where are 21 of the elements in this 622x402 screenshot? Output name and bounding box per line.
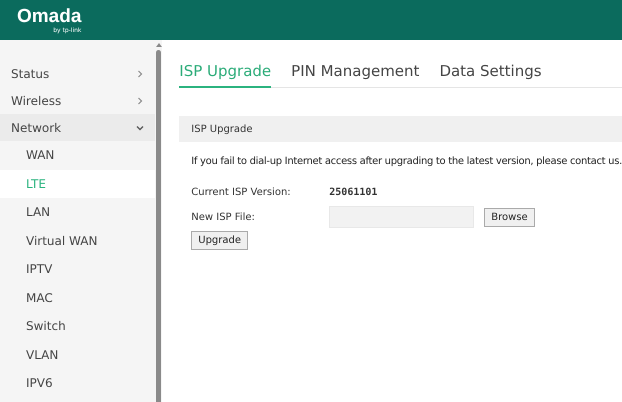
menu-item[interactable]: Wireless [0,87,156,114]
submenu-item[interactable]: MAC [0,284,156,312]
menu-item[interactable]: Network [0,114,156,141]
submenu-item[interactable]: IPV6 [0,369,156,398]
tab[interactable]: Data Settings [439,60,542,88]
version-value: 25061101 [329,187,378,198]
submenu-item[interactable]: IPTV [0,255,156,284]
field-label: Current ISP Version: [191,187,292,198]
upgrade-button[interactable]: Upgrade [191,231,248,250]
submenu-item[interactable]: VLAN [0,340,156,369]
notice-text: If you fail to dial-up Internet access after upgrading to the latest version, please contact us. [191,156,622,167]
submenu-item[interactable]: Switch [0,312,156,340]
menu-item[interactable]: Status [0,60,156,87]
submenu-item[interactable]: LAN [0,198,156,226]
submenu-item[interactable]: Virtual WAN [0,226,156,255]
field-label: New ISP File: [191,212,256,222]
tab[interactable]: PIN Management [291,60,420,88]
scrollbar[interactable] [155,40,162,402]
submenu-item[interactable]: WAN [0,141,156,170]
browse-button[interactable]: Browse [484,208,535,226]
section-header: ISP Upgrade [179,116,622,142]
